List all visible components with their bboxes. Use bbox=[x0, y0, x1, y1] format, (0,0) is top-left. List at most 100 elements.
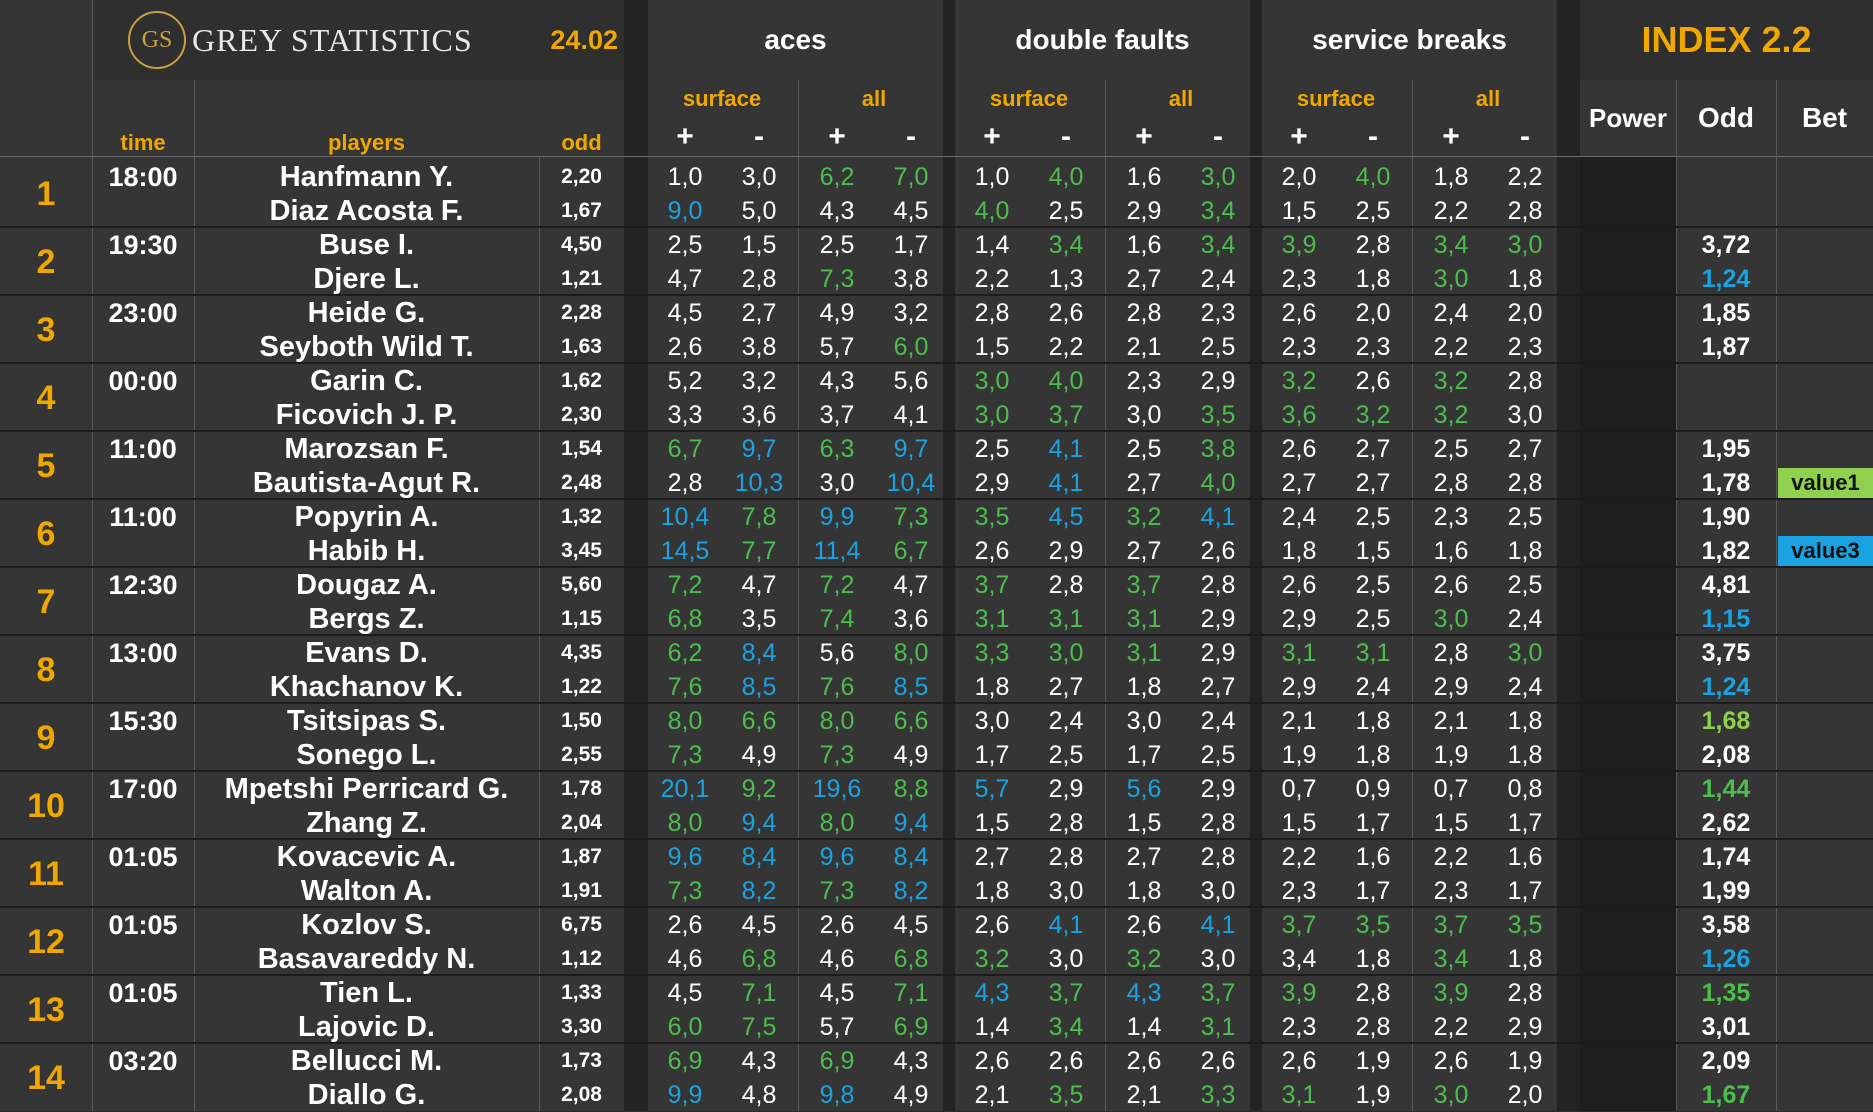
stat-value: 4,3 bbox=[741, 1046, 777, 1075]
player-odd: 6,75 bbox=[561, 913, 602, 936]
index-odd-value: 1,74 bbox=[1701, 842, 1751, 871]
index-odd-value: 1,15 bbox=[1701, 604, 1751, 633]
stat-value: 1,5 bbox=[1281, 808, 1317, 837]
match-time: 18:00 bbox=[108, 161, 178, 192]
player-odd: 1,21 bbox=[561, 267, 602, 290]
stat-value: 8,0 bbox=[893, 638, 929, 667]
stat-value: 3,4 bbox=[1433, 230, 1469, 259]
match-number: 13 bbox=[27, 990, 65, 1029]
match-divider bbox=[0, 362, 1873, 364]
stat-value: 2,1 bbox=[1126, 1080, 1162, 1109]
stat-value: 2,3 bbox=[1281, 264, 1317, 293]
stat-value: 2,6 bbox=[1200, 1046, 1236, 1075]
stat-value: 1,5 bbox=[1355, 536, 1391, 565]
stat-value: 5,7 bbox=[819, 1012, 855, 1041]
stat-value: 1,8 bbox=[1507, 944, 1543, 973]
stat-value: 7,3 bbox=[819, 740, 855, 769]
stat-value: 2,1 bbox=[1433, 706, 1469, 735]
stat-value: 0,9 bbox=[1355, 774, 1391, 803]
player-name: Evans D. bbox=[305, 636, 428, 669]
stat-value: 1,8 bbox=[1507, 264, 1543, 293]
player-odd: 2,55 bbox=[561, 743, 602, 766]
stat-value: 2,0 bbox=[1281, 162, 1317, 191]
brand-title: GREY STATISTICS bbox=[192, 21, 473, 58]
stat-value: 7,3 bbox=[819, 876, 855, 905]
stat-value: 3,7 bbox=[1433, 910, 1469, 939]
stat-value: 3,0 bbox=[1200, 876, 1236, 905]
player-odd: 1,87 bbox=[561, 845, 602, 868]
stat-value: 2,7 bbox=[1126, 264, 1162, 293]
stat-value: 7,8 bbox=[741, 502, 777, 531]
stat-value: 1,9 bbox=[1281, 740, 1317, 769]
stat-value: 0,7 bbox=[1433, 774, 1469, 803]
stat-value: 2,6 bbox=[1126, 910, 1162, 939]
stat-value: 3,0 bbox=[1507, 638, 1543, 667]
index-odd-value: 1,95 bbox=[1701, 434, 1751, 463]
plus-label: + bbox=[1290, 120, 1308, 153]
col-players: players bbox=[327, 130, 406, 155]
index-odd-value bbox=[1676, 398, 1776, 432]
stat-value: 10,4 bbox=[886, 468, 936, 497]
stat-value: 2,9 bbox=[1200, 366, 1236, 395]
bet-badge[interactable]: value3 bbox=[1778, 536, 1873, 566]
player-odd: 5,60 bbox=[561, 573, 602, 596]
subheader-surface: surface bbox=[682, 86, 762, 111]
stat-value: 4,7 bbox=[893, 570, 929, 599]
stat-value: 2,3 bbox=[1355, 332, 1391, 361]
stat-value: 3,1 bbox=[1126, 638, 1162, 667]
stat-value: 1,7 bbox=[1507, 808, 1543, 837]
stat-value: 2,6 bbox=[1200, 536, 1236, 565]
stat-value: 1,8 bbox=[1355, 264, 1391, 293]
stat-value: 2,9 bbox=[1048, 774, 1084, 803]
stat-value: 3,0 bbox=[974, 706, 1010, 735]
player-name: Bautista-Agut R. bbox=[252, 466, 481, 499]
stat-value: 2,7 bbox=[1126, 842, 1162, 871]
stat-value: 4,5 bbox=[741, 910, 777, 939]
index-odd-value: 3,01 bbox=[1701, 1012, 1751, 1041]
stat-value: 6,0 bbox=[893, 332, 929, 361]
stat-value: 4,5 bbox=[667, 978, 703, 1007]
stat-value: 4,9 bbox=[893, 740, 929, 769]
stat-value: 2,8 bbox=[1355, 978, 1391, 1007]
stat-value: 4,5 bbox=[893, 196, 929, 225]
stat-value: 1,8 bbox=[1507, 706, 1543, 735]
stat-value: 2,5 bbox=[1355, 502, 1391, 531]
stat-value: 8,4 bbox=[741, 638, 777, 667]
stat-value: 3,2 bbox=[1126, 502, 1162, 531]
match-divider bbox=[0, 1042, 1873, 1044]
stat-value: 4,3 bbox=[1126, 978, 1162, 1007]
stat-value: 2,1 bbox=[1281, 706, 1317, 735]
plus-label: + bbox=[1442, 120, 1460, 153]
stat-value: 6,6 bbox=[893, 706, 929, 735]
stat-value: 3,0 bbox=[974, 400, 1010, 429]
stat-value: 2,6 bbox=[667, 910, 703, 939]
index-odd-value: 1,68 bbox=[1701, 706, 1751, 735]
stat-value: 1,4 bbox=[1126, 1012, 1162, 1041]
logo-icon: GS bbox=[128, 11, 186, 69]
bet-badge[interactable]: value1 bbox=[1778, 468, 1873, 498]
stat-value: 3,3 bbox=[1200, 1080, 1236, 1109]
stat-value: 3,6 bbox=[741, 400, 777, 429]
stat-value: 9,7 bbox=[741, 434, 777, 463]
player-odd: 1,67 bbox=[561, 199, 602, 222]
player-name: Popyrin A. bbox=[294, 500, 439, 533]
player-name: Hanfmann Y. bbox=[279, 160, 454, 193]
stat-value: 4,3 bbox=[819, 196, 855, 225]
index-odd-value: 1,82 bbox=[1701, 536, 1751, 565]
stat-value: 7,4 bbox=[819, 604, 855, 633]
stat-value: 3,2 bbox=[1126, 944, 1162, 973]
stat-value: 4,1 bbox=[1048, 468, 1084, 497]
stat-value: 3,6 bbox=[893, 604, 929, 633]
stat-value: 4,5 bbox=[667, 298, 703, 327]
stat-value: 3,1 bbox=[1281, 1080, 1317, 1109]
stat-value: 2,2 bbox=[1507, 162, 1543, 191]
stat-value: 2,6 bbox=[974, 910, 1010, 939]
stat-value: 3,0 bbox=[1048, 638, 1084, 667]
stat-value: 3,1 bbox=[974, 604, 1010, 633]
index-odd-value: 3,75 bbox=[1701, 638, 1751, 667]
stat-value: 4,6 bbox=[667, 944, 703, 973]
stat-value: 2,0 bbox=[1507, 298, 1543, 327]
stat-value: 1,8 bbox=[1355, 740, 1391, 769]
player-name: Seyboth Wild T. bbox=[259, 330, 474, 363]
stat-value: 1,9 bbox=[1355, 1046, 1391, 1075]
